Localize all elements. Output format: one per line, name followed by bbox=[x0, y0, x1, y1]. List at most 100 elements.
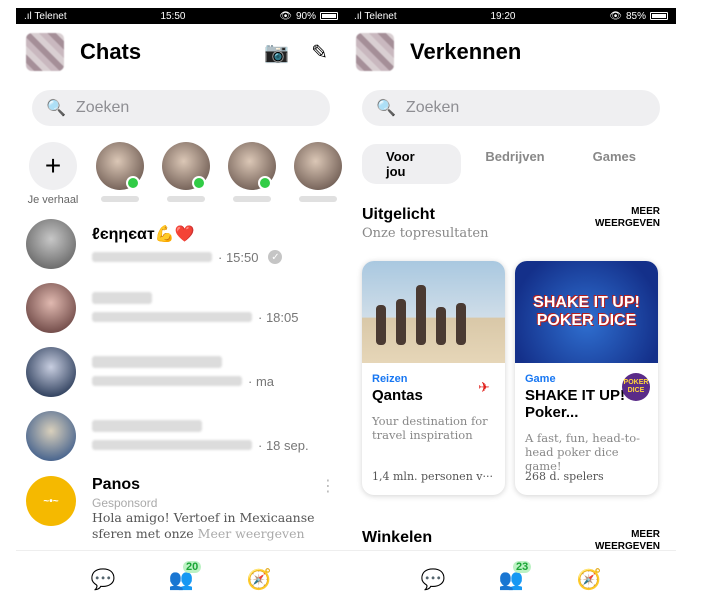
section-subtitle: Onze topresultaten bbox=[362, 226, 489, 241]
people-icon[interactable]: 👥 20 bbox=[167, 561, 202, 592]
chat-time: · 15:50 bbox=[218, 249, 259, 265]
section-title: Uitgelicht bbox=[362, 206, 435, 223]
story-name bbox=[299, 196, 337, 202]
chat-bubble-icon[interactable]: 💬 bbox=[419, 567, 447, 592]
clock: 15:50 bbox=[160, 10, 186, 22]
card-description: Your destination for travel inspiration bbox=[372, 414, 488, 442]
camera-icon[interactable]: 📷 bbox=[264, 40, 289, 65]
chat-row[interactable]: ℓєηηєαт💪❤️ · 15:50 ✓ bbox=[16, 212, 346, 276]
story-item[interactable] bbox=[228, 142, 276, 202]
story-avatar bbox=[294, 142, 342, 190]
people-badge: 23 bbox=[513, 561, 532, 573]
story-item[interactable] bbox=[294, 142, 342, 202]
chats-screen: .ıl Telenet 15:50 👁 90% Chats 📷 ✎ 🔍 Zoek… bbox=[16, 8, 346, 608]
more-options-icon[interactable]: ⋮ bbox=[320, 476, 336, 496]
message-preview bbox=[92, 376, 242, 386]
status-right: 👁 90% bbox=[279, 11, 338, 22]
explore-header: Verkennen bbox=[346, 24, 676, 80]
qantas-logo-icon: ✈ bbox=[471, 373, 497, 401]
online-indicator bbox=[258, 176, 272, 190]
profile-avatar[interactable] bbox=[26, 33, 64, 71]
card-shake-it-up[interactable]: SHAKE IT UP! POKER DICE POKER DICE Game S… bbox=[515, 261, 658, 495]
bottom-tab-bar: 💬 👥 20 🧭 bbox=[16, 550, 346, 608]
chat-bubble-icon[interactable]: 💬 bbox=[89, 567, 117, 592]
story-item[interactable] bbox=[162, 142, 210, 202]
online-indicator bbox=[126, 176, 140, 190]
chat-time: · 18 sep. bbox=[258, 437, 309, 453]
story-item[interactable] bbox=[96, 142, 144, 202]
chat-name: ℓєηηєαт💪❤️ bbox=[92, 225, 195, 243]
sponsored-chat-row[interactable]: ~•~ Panos ⋮ Gesponsord Hola amigo! Verto… bbox=[16, 468, 346, 544]
compass-icon[interactable]: 🧭 bbox=[575, 567, 603, 592]
card-description: A fast, fun, head-to-head poker dice gam… bbox=[525, 431, 641, 473]
panos-avatar: ~•~ bbox=[26, 476, 76, 526]
story-name bbox=[233, 196, 271, 202]
card-image: SHAKE IT UP! POKER DICE bbox=[515, 261, 658, 363]
battery-percent: 85% bbox=[625, 10, 646, 22]
search-input[interactable]: 🔍 Zoeken bbox=[32, 90, 330, 126]
chats-header: Chats 📷 ✎ bbox=[16, 24, 346, 80]
card-footer: 268 d. spelers bbox=[525, 470, 604, 483]
status-right: 👁 85% bbox=[609, 11, 668, 22]
stories-row: + Je verhaal bbox=[16, 136, 346, 206]
chat-list: ℓєηηєαт💪❤️ · 15:50 ✓ · 18:05 · ma · 18 s… bbox=[16, 212, 346, 544]
compass-icon[interactable]: 🧭 bbox=[245, 567, 273, 592]
poker-dice-logo-icon: POKER DICE bbox=[622, 373, 650, 401]
search-icon: 🔍 bbox=[46, 100, 66, 117]
avatar bbox=[26, 219, 76, 269]
tab-games[interactable]: Games bbox=[569, 144, 660, 184]
chat-time: · 18:05 bbox=[258, 309, 299, 325]
battery-icon bbox=[320, 12, 338, 20]
chat-row[interactable]: · 18:05 bbox=[16, 276, 346, 340]
card-image bbox=[362, 261, 505, 363]
carrier-label: .ıl Telenet bbox=[354, 10, 397, 22]
clock: 19:20 bbox=[490, 10, 516, 22]
message-preview bbox=[92, 440, 252, 450]
chat-name bbox=[92, 419, 202, 432]
compose-icon[interactable]: ✎ bbox=[311, 40, 328, 65]
bottom-tab-bar: 💬 👥 23 🧭 bbox=[346, 550, 676, 608]
tab-voor-jou[interactable]: Voor jou bbox=[362, 144, 462, 184]
page-title: Chats bbox=[80, 39, 142, 64]
featured-cards: ✈ Reizen Qantas Your destination for tra… bbox=[346, 241, 676, 495]
featured-section-header: Uitgelicht Onze topresultaten MEER WEERG… bbox=[346, 192, 676, 241]
story-name bbox=[167, 196, 205, 202]
search-icon: 🔍 bbox=[376, 100, 396, 117]
chat-row[interactable]: · ma bbox=[16, 340, 346, 404]
message-preview bbox=[92, 252, 212, 262]
shop-section-header: Winkelen MEER WEERGEVEN bbox=[346, 495, 676, 553]
avatar bbox=[26, 411, 76, 461]
message-preview bbox=[92, 312, 252, 322]
my-story[interactable]: + Je verhaal bbox=[28, 142, 78, 206]
search-placeholder: Zoeken bbox=[75, 99, 130, 116]
avatar bbox=[26, 347, 76, 397]
page-title: Verkennen bbox=[410, 39, 522, 64]
battery-percent: 90% bbox=[295, 10, 316, 22]
chat-row[interactable]: · 18 sep. bbox=[16, 404, 346, 468]
plus-icon: + bbox=[29, 142, 77, 190]
game-logo-text: SHAKE IT UP! POKER DICE bbox=[533, 294, 640, 329]
chat-name bbox=[92, 291, 152, 304]
story-name bbox=[101, 196, 139, 202]
sponsored-label: Gesponsord bbox=[92, 496, 158, 510]
card-footer: 1,4 mln. personen v··· bbox=[372, 470, 493, 483]
search-placeholder: Zoeken bbox=[405, 99, 460, 116]
explore-tabs: Voor jou Bedrijven Games bbox=[346, 136, 676, 192]
explore-screen: .ıl Telenet 19:20 👁 85% Verkennen 🔍 Zoek… bbox=[346, 8, 676, 608]
online-indicator bbox=[192, 176, 206, 190]
people-photo bbox=[376, 285, 466, 345]
see-more-button[interactable]: MEER WEERGEVEN bbox=[590, 206, 660, 230]
status-bar: .ıl Telenet 19:20 👁 85% bbox=[346, 8, 676, 24]
tab-bedrijven[interactable]: Bedrijven bbox=[461, 144, 568, 184]
chat-name: Panos bbox=[92, 476, 141, 493]
see-more-link[interactable]: Meer weergeven bbox=[198, 526, 305, 541]
eye-icon: 👁 bbox=[609, 10, 622, 22]
people-icon[interactable]: 👥 23 bbox=[497, 561, 532, 592]
search-input[interactable]: 🔍 Zoeken bbox=[362, 90, 660, 126]
profile-avatar[interactable] bbox=[356, 33, 394, 71]
card-qantas[interactable]: ✈ Reizen Qantas Your destination for tra… bbox=[362, 261, 505, 495]
section-title: Winkelen bbox=[362, 529, 433, 546]
my-story-label: Je verhaal bbox=[27, 194, 79, 206]
people-badge: 20 bbox=[183, 561, 202, 573]
eye-icon: 👁 bbox=[279, 10, 292, 22]
